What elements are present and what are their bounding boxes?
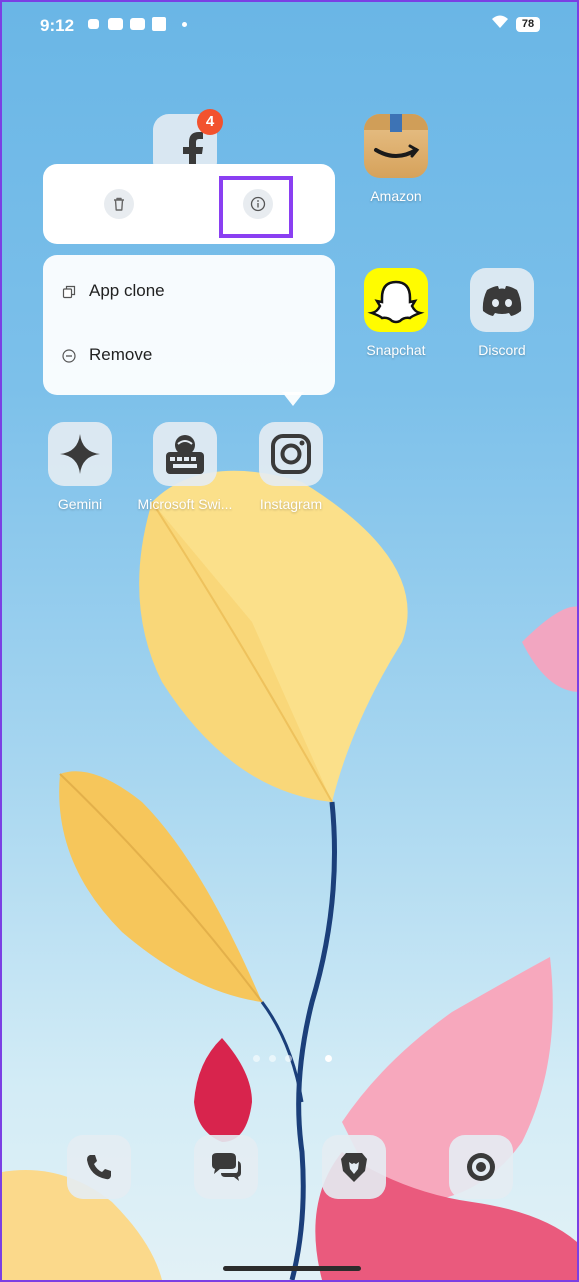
phone-screen: 9:12 78 4 Amazon Snapchat Discord Gemini… [0,0,579,1282]
menu-item-label: App clone [89,281,165,300]
app-discord[interactable]: Discord [452,268,552,358]
remove-icon [62,349,76,363]
page-dot-active[interactable] [325,1055,332,1062]
page-dot[interactable] [269,1055,276,1062]
menu-pointer [282,392,304,406]
wifi-icon [492,15,508,28]
amazon-icon [364,114,428,178]
app-snapchat[interactable]: Snapchat [346,268,446,358]
battery-indicator: 78 [516,17,540,32]
trash-icon [114,197,124,211]
more-notifications-icon [182,22,187,27]
app-label: Discord [478,342,526,358]
youtube-icon [108,18,123,30]
dock-phone[interactable] [67,1135,131,1199]
discord-icon [470,268,534,332]
menu-item-remove[interactable]: Remove [43,327,335,387]
status-bar: 9:12 78 [2,2,577,46]
swiftkey-icon [153,422,217,486]
menu-item-label: Remove [89,345,153,364]
app-label: Amazon [370,188,422,204]
clock: 9:12 [40,16,75,35]
snapchat-icon [364,268,428,332]
app-icon [152,17,166,31]
gemini-icon [48,422,112,486]
app-label: Instagram [259,496,323,512]
messages-icon [212,1153,241,1181]
home-gesture-bar[interactable] [223,1266,361,1271]
app-microsoft-swiftkey[interactable]: Microsoft Swi... [135,422,235,512]
notification-badge: 4 [197,109,223,135]
phone-icon [87,1155,111,1180]
clone-icon [62,285,76,299]
app-amazon[interactable]: Amazon [346,114,446,204]
app-gemini[interactable]: Gemini [30,422,130,512]
camera-icon [467,1153,495,1181]
app-label: Gemini [57,496,103,512]
page-dot[interactable] [285,1055,292,1062]
dock-camera[interactable] [449,1135,513,1199]
brave-icon [341,1153,367,1182]
dock-messages[interactable] [194,1135,258,1199]
youtube-icon [130,18,145,30]
app-instagram[interactable]: Instagram [241,422,341,512]
instagram-icon [259,422,323,486]
highlight-box [219,176,293,238]
app-label: Snapchat [366,342,426,358]
page-dot[interactable] [253,1055,260,1062]
menu-item-app-clone[interactable]: App clone [43,263,335,323]
app-context-menu: App clone Remove [43,255,335,395]
dock-brave[interactable] [322,1135,386,1199]
uninstall-button[interactable] [104,189,134,219]
media-icon [88,19,99,29]
app-label: Microsoft Swi... [137,496,233,512]
